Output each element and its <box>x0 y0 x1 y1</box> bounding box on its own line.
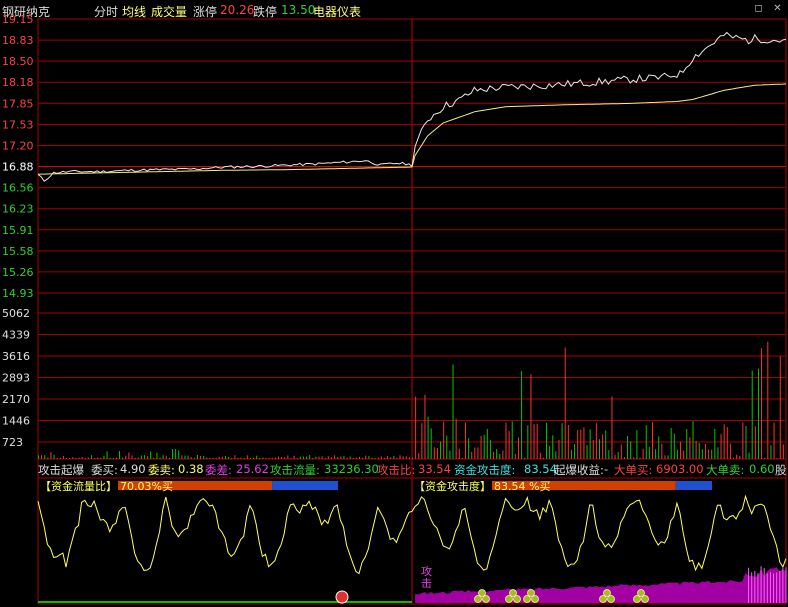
volume-tick-label: 2893 <box>2 372 30 385</box>
fund-attack-label: 资金攻击度: <box>454 463 516 477</box>
price-tick-label: 16.23 <box>2 203 34 216</box>
price-tick-label: 15.58 <box>2 245 34 258</box>
big-buy-label: 大单买: <box>614 463 653 477</box>
indicator-name[interactable]: 攻击起爆 <box>38 462 84 478</box>
price-tick-label: 14.93 <box>2 287 34 300</box>
fund-attack-bar-value: 83.54 %买 <box>494 480 550 493</box>
fund-flow-bar-sell-fill <box>272 481 338 490</box>
signal-ball-marker <box>474 595 482 603</box>
price-tick-label: 18.83 <box>2 34 34 47</box>
signal-ball-marker <box>505 595 513 603</box>
price-tick-label: 16.56 <box>2 182 34 195</box>
price-tick-label: 18.18 <box>2 76 34 89</box>
price-tick-label: 19.15 <box>2 13 34 26</box>
signal-ball-marker <box>513 595 521 603</box>
attack-flow-label: 攻击流量: <box>270 463 320 477</box>
volume-tick-label: 1446 <box>2 415 30 428</box>
fund-attack-value: 83.54 <box>524 462 557 476</box>
bid-ratio-label: 委买: <box>91 463 118 477</box>
signal-ball-marker <box>523 595 531 603</box>
price-tick-label: 16.88 <box>2 161 34 174</box>
signal-ball-marker <box>641 595 649 603</box>
big-sell-label: 大单卖: <box>706 463 745 477</box>
bid-ratio-value: 4.90 <box>120 462 146 476</box>
attack-ratio-label: 攻击比: <box>377 463 416 477</box>
signal-ball-marker <box>531 595 539 603</box>
fund-flow-bar-value: 70.03%买 <box>120 480 173 493</box>
volume-tick-label: 5062 <box>2 307 30 320</box>
volume-tick-label: 2170 <box>2 393 30 406</box>
fund-attack-bar-label: 【资金攻击度】 <box>414 479 491 493</box>
diff-label: 委差: <box>205 463 232 477</box>
signal-ball-marker <box>633 595 641 603</box>
attack-signal-text: 攻 <box>421 564 432 578</box>
price-tick-label: 15.91 <box>2 224 34 237</box>
signal-ball-marker <box>599 595 607 603</box>
volume-tick-label: 3616 <box>2 350 30 363</box>
price-tick-label: 15.26 <box>2 266 34 279</box>
attack-signal-text: 击 <box>421 577 432 590</box>
ask-ratio-value: 0.38 <box>178 462 204 476</box>
ask-ratio-label: 委卖: <box>148 463 175 477</box>
volume-tick-label: 723 <box>2 436 23 449</box>
signal-ball-marker <box>607 595 615 603</box>
diff-value: 25.62 <box>236 462 269 476</box>
indicator-info-bar: 攻击起爆 委买: 4.90 委卖: 0.38 委差: 25.62 攻击流量: 3… <box>0 459 788 477</box>
price-tick-label: 17.85 <box>2 97 34 110</box>
signal-ball-marker <box>482 595 490 603</box>
big-buy-value: 6903.00 <box>656 462 704 476</box>
volume-tick-label: 4339 <box>2 329 30 342</box>
big-sell-value: 0.60 <box>749 462 775 476</box>
attack-flow-value: 33236.30 <box>324 462 379 476</box>
price-tick-label: 17.20 <box>2 139 34 152</box>
price-tick-label: 18.50 <box>2 55 34 68</box>
intraday-chart[interactable]: 19.15 18.83 18.50 18.18 17.85 17.53 17.20 16.88… <box>0 0 788 607</box>
red-ball-marker <box>335 590 349 604</box>
info-tail: 股 <box>775 463 787 477</box>
fund-flow-bar-label: 【资金流量比】 <box>40 479 117 493</box>
burst-gain-label: 起爆收益: <box>554 463 604 477</box>
fund-attack-bar-sell-fill <box>675 481 712 490</box>
burst-gain-value: - <box>604 462 609 476</box>
price-tick-label: 17.53 <box>2 118 34 131</box>
attack-ratio-value: 33.54 <box>418 462 451 476</box>
